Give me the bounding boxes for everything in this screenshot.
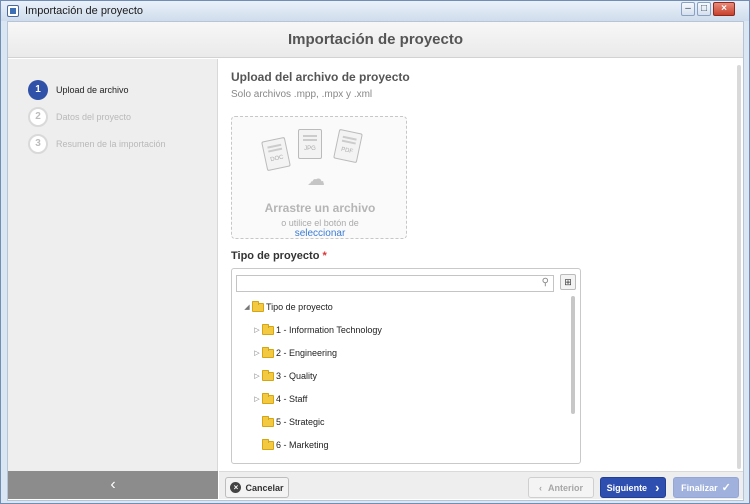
step-project-data: 2 Datos del proyecto — [28, 107, 131, 127]
chevron-right-icon: › — [655, 480, 660, 495]
drop-title: Arrastre un archivo — [264, 201, 376, 215]
next-button[interactable]: Siguiente › — [600, 477, 666, 498]
cancel-button[interactable]: × Cancelar — [225, 477, 289, 498]
check-icon: ✓ — [721, 482, 731, 494]
main-scrollbar[interactable] — [737, 65, 741, 469]
dialog-client: Importación de proyecto 1 Upload de arch… — [7, 21, 744, 501]
cloud-upload-icon: ☁ — [307, 169, 325, 189]
upload-title: Upload del archivo de proyecto — [231, 70, 410, 84]
folder-icon — [262, 369, 274, 381]
wizard-steps: 1 Upload de archivo 2 Datos del proyecto… — [8, 59, 218, 471]
maximize-icon[interactable]: □ — [697, 2, 711, 16]
window-controls: – □ × — [679, 2, 735, 18]
folder-icon — [262, 346, 274, 358]
title-bar[interactable]: Importación de proyecto – □ × — [1, 1, 749, 21]
step-label: Resumen de la importación — [56, 139, 166, 149]
collapsed-toggle-icon[interactable]: ▷ — [252, 395, 262, 403]
next-label: Siguiente — [606, 482, 648, 493]
tree-search-input[interactable]: ⚲ — [236, 275, 554, 292]
step-label: Datos del proyecto — [56, 112, 132, 122]
hierarchy-icon: ⊞ — [564, 277, 572, 287]
folder-icon — [262, 438, 274, 450]
step-number: 3 — [28, 134, 48, 154]
project-type-tree: ⚲ ⊞ ◢ Tipo de proyecto ▷ 1 - Information… — [231, 268, 581, 464]
cancel-label: Cancelar — [245, 482, 284, 493]
tree-node-label: 4 - Staff — [276, 394, 308, 404]
search-icon[interactable]: ⚲ — [542, 277, 549, 288]
previous-button[interactable]: ‹ Anterior — [528, 477, 594, 498]
folder-icon — [262, 392, 274, 404]
project-type-label-text: Tipo de proyecto — [231, 250, 320, 262]
step-label: Upload de archivo — [56, 85, 129, 95]
folder-icon — [262, 323, 274, 335]
tree-node-label: Tipo de proyecto — [266, 302, 333, 312]
tree-scrollbar[interactable] — [571, 296, 575, 414]
step-upload[interactable]: 1 Upload de archivo — [28, 80, 129, 100]
cancel-icon: × — [230, 482, 242, 493]
drop-subtitle: o utilice el botón de — [281, 218, 359, 228]
folder-icon — [252, 300, 264, 312]
required-marker: * — [322, 250, 327, 262]
expanded-toggle-icon[interactable]: ◢ — [242, 303, 252, 311]
collapsed-toggle-icon[interactable]: ▷ — [252, 349, 262, 357]
collapse-sidebar-button[interactable]: ‹ — [8, 471, 218, 499]
step-number: 2 — [28, 107, 48, 127]
tree-node[interactable]: 5 - Strategic — [252, 415, 325, 427]
step-number: 1 — [28, 80, 48, 100]
tree-expand-button[interactable]: ⊞ — [560, 274, 576, 290]
folder-icon — [262, 415, 274, 427]
tree-node-label: 5 - Strategic — [276, 417, 325, 427]
tree-node[interactable]: ▷ 2 - Engineering — [252, 346, 338, 358]
chevron-left-icon: ‹ — [538, 482, 542, 493]
select-file-link[interactable]: seleccionar — [232, 228, 408, 239]
app-icon — [7, 5, 19, 17]
window-title: Importación de proyecto — [25, 5, 144, 17]
tree-node-label: 3 - Quality — [276, 371, 318, 381]
doc-file-icon: DOC — [261, 136, 291, 172]
previous-label: Anterior — [547, 482, 583, 493]
tree-node[interactable]: 6 - Marketing — [252, 438, 329, 450]
tree-node[interactable]: ▷ 3 - Quality — [252, 369, 318, 381]
main-panel: Upload del archivo de proyecto Solo arch… — [219, 59, 743, 471]
collapsed-toggle-icon[interactable]: ▷ — [252, 372, 262, 380]
dialog-window: Importación de proyecto – □ × Importació… — [0, 0, 750, 504]
step-import-summary: 3 Resumen de la importación — [28, 134, 166, 154]
finish-label: Finalizar — [681, 482, 718, 493]
tree-node[interactable]: ▷ 1 - Information Technology — [252, 323, 382, 335]
pdf-file-icon: PDF — [333, 128, 363, 164]
file-drop-zone[interactable]: DOC JPG PDF ☁ Arrastre un archivo o util… — [231, 116, 407, 239]
upload-subtitle: Solo archivos .mpp, .mpx y .xml — [231, 89, 373, 100]
page-title: Importación de proyecto — [8, 22, 743, 58]
tree-node-label: 2 - Engineering — [276, 348, 338, 358]
close-icon[interactable]: × — [713, 2, 735, 16]
tree-node[interactable]: ▷ 4 - Staff — [252, 392, 308, 404]
minimize-icon[interactable]: – — [681, 2, 695, 16]
chevron-left-icon: ‹ — [110, 476, 116, 493]
tree-node[interactable]: ◢ Tipo de proyecto — [242, 300, 333, 312]
tree-node-label: 1 - Information Technology — [276, 325, 382, 335]
project-type-label: Tipo de proyecto * — [231, 250, 327, 262]
finish-button[interactable]: Finalizar ✓ — [673, 477, 739, 498]
wizard-footer: × Cancelar ‹ Anterior Siguiente › Finali… — [219, 471, 743, 499]
jpg-file-icon: JPG — [298, 129, 322, 159]
collapsed-toggle-icon[interactable]: ▷ — [252, 326, 262, 334]
tree-node-label: 6 - Marketing — [276, 440, 329, 450]
